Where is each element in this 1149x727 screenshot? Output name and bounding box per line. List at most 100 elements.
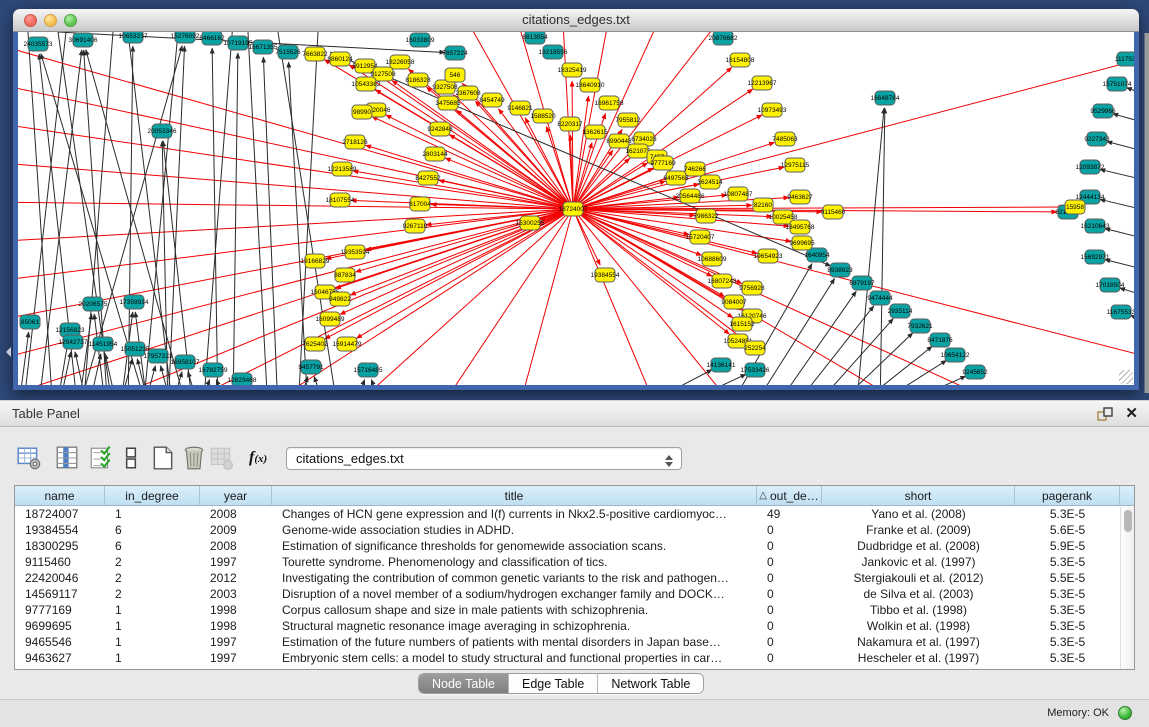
network-node-label: 16210643 bbox=[1081, 223, 1110, 230]
cell-title: Structural magnetic resonance image aver… bbox=[272, 618, 757, 634]
select-all-icon[interactable] bbox=[88, 445, 114, 471]
table-row[interactable]: 2242004622012Investigating the contribut… bbox=[15, 570, 1134, 586]
zoom-window-button[interactable] bbox=[64, 14, 77, 27]
network-node-label: 10688609 bbox=[698, 256, 727, 263]
sort-ascending-icon: △ bbox=[759, 490, 767, 501]
network-node-label: 1362615 bbox=[582, 129, 608, 136]
function-builder-icon[interactable]: f(x) bbox=[249, 449, 267, 467]
network-canvas[interactable]: 2403557330691406106532371527609264661621… bbox=[13, 32, 1139, 390]
close-panel-icon[interactable]: ✕ bbox=[1125, 404, 1138, 422]
table-panel: Table Panel ✕ bbox=[0, 400, 1149, 727]
network-edge bbox=[314, 376, 326, 385]
tab-edge-table[interactable]: Edge Table bbox=[509, 674, 598, 693]
column-header-label: pagerank bbox=[1042, 489, 1092, 503]
scrollbar-thumb[interactable] bbox=[1124, 510, 1132, 532]
network-node-label: 18724007 bbox=[559, 206, 588, 213]
table-row[interactable]: 1938455462009Genome-wide association stu… bbox=[15, 522, 1134, 538]
node-table: namein_degreeyeartitle△out_de…short pager… bbox=[14, 485, 1135, 670]
cell-out_de: 0 bbox=[757, 634, 822, 650]
minimize-window-button[interactable] bbox=[44, 14, 57, 27]
cell-short: Dudbridge et al. (2008) bbox=[822, 538, 1015, 554]
network-node-label: 7955812 bbox=[615, 117, 641, 124]
cell-year: 1997 bbox=[200, 554, 272, 570]
network-node-label: 7932621 bbox=[907, 323, 933, 330]
network-node-label: 9457791 bbox=[298, 364, 324, 371]
window-resize-grip[interactable] bbox=[1119, 370, 1133, 384]
column-header-out_de[interactable]: △out_de… bbox=[757, 486, 822, 505]
trash-icon[interactable] bbox=[181, 445, 207, 471]
network-node-label: 20206575 bbox=[79, 301, 108, 308]
cell-pagerank: 5.5E-5 bbox=[1015, 570, 1120, 586]
network-edge bbox=[856, 108, 884, 385]
cell-in_degree: 1 bbox=[105, 618, 200, 634]
network-edge bbox=[168, 209, 573, 385]
network-node-label: 9127508 bbox=[370, 71, 396, 78]
splitter-collapse-arrow[interactable] bbox=[1, 347, 11, 357]
column-header-pagerank[interactable]: pagerank bbox=[1015, 486, 1120, 505]
network-edge bbox=[143, 32, 178, 385]
network-node-label: 16154808 bbox=[726, 57, 755, 64]
unselect-rows-icon[interactable] bbox=[118, 445, 144, 471]
network-edge bbox=[1126, 88, 1134, 107]
network-node-label: 6497568 bbox=[663, 175, 689, 182]
cell-pagerank: 5.3E-5 bbox=[1015, 554, 1120, 570]
cell-out_de: 0 bbox=[757, 602, 822, 618]
cell-name: 9699695 bbox=[15, 618, 105, 634]
cell-pagerank: 5.3E-5 bbox=[1015, 506, 1120, 522]
network-node-label: 8860124 bbox=[327, 56, 353, 63]
table-panel-header: Table Panel ✕ bbox=[0, 400, 1149, 427]
network-node-label: 7625402 bbox=[302, 341, 328, 348]
network-node-label: 6879197 bbox=[849, 280, 875, 287]
cell-short: Stergiakouli et al. (2012) bbox=[822, 570, 1015, 586]
network-node-label: 10973493 bbox=[758, 107, 787, 114]
cell-name: 22420046 bbox=[15, 570, 105, 586]
network-node-label: 16648784 bbox=[871, 95, 900, 102]
network-node-label: 8427552 bbox=[415, 175, 441, 182]
table-row[interactable]: 946554611997Estimation of the future num… bbox=[15, 634, 1134, 650]
vertical-scrollbar[interactable] bbox=[1120, 507, 1134, 669]
table-row[interactable]: 911546021997Tourette syndrome. Phenomeno… bbox=[15, 554, 1134, 570]
cell-year: 1998 bbox=[200, 618, 272, 634]
new-table-icon[interactable] bbox=[150, 445, 176, 471]
cell-out_de: 0 bbox=[757, 522, 822, 538]
cell-short: Jankovic et al. (1997) bbox=[822, 554, 1015, 570]
network-edge bbox=[830, 333, 913, 385]
cell-out_de: 0 bbox=[757, 554, 822, 570]
cell-year: 1998 bbox=[200, 602, 272, 618]
column-header-title[interactable]: title bbox=[272, 486, 757, 505]
network-graph[interactable]: 2403557330691406106532371527609264661621… bbox=[18, 32, 1134, 385]
column-header-short[interactable]: short bbox=[822, 486, 1015, 505]
network-node-label: 1640954 bbox=[804, 252, 830, 259]
network-node-label: 9115460 bbox=[821, 209, 846, 216]
column-settings-icon[interactable] bbox=[16, 445, 42, 471]
network-node-label: 17533426 bbox=[741, 367, 770, 374]
network-edge bbox=[1107, 142, 1134, 160]
table-row[interactable]: 946362711997Embryonic stem cells: a mode… bbox=[15, 650, 1134, 666]
network-edge bbox=[1130, 315, 1134, 333]
float-panel-icon[interactable] bbox=[1097, 407, 1113, 422]
network-node-label: 98990 bbox=[353, 109, 371, 116]
cell-name: 9463627 bbox=[15, 650, 105, 666]
column-header-year[interactable]: year bbox=[200, 486, 272, 505]
table-chooser-combobox[interactable]: citations_edges.txt bbox=[286, 447, 682, 470]
network-edge bbox=[278, 32, 338, 385]
network-node-label: 6466162 bbox=[199, 35, 225, 42]
network-node-label: 20053346 bbox=[148, 128, 177, 135]
memory-status-indicator bbox=[1118, 706, 1132, 720]
close-window-button[interactable] bbox=[24, 14, 37, 27]
table-row[interactable]: 1830029562008Estimation of significance … bbox=[15, 538, 1134, 554]
window-titlebar[interactable]: citations_edges.txt bbox=[13, 9, 1139, 32]
select-columns-icon[interactable] bbox=[54, 445, 80, 471]
table-row[interactable]: 977716911998Corpus callosum shape and si… bbox=[15, 602, 1134, 618]
table-row[interactable]: 1456911722003Disruption of a novel membe… bbox=[15, 586, 1134, 602]
table-row[interactable]: 969969511998Structural magnetic resonanc… bbox=[15, 618, 1134, 634]
tab-network-table[interactable]: Network Table bbox=[598, 674, 703, 693]
column-header-in_degree[interactable]: in_degree bbox=[105, 486, 200, 505]
column-header-name[interactable]: name bbox=[15, 486, 105, 505]
network-edge bbox=[518, 209, 573, 385]
cell-year: 1997 bbox=[200, 650, 272, 666]
cell-year: 2008 bbox=[200, 506, 272, 522]
network-node-label: 9327508 bbox=[432, 84, 458, 91]
tab-node-table[interactable]: Node Table bbox=[419, 674, 509, 693]
table-row[interactable]: 1872400712008Changes of HCN gene express… bbox=[15, 506, 1134, 522]
